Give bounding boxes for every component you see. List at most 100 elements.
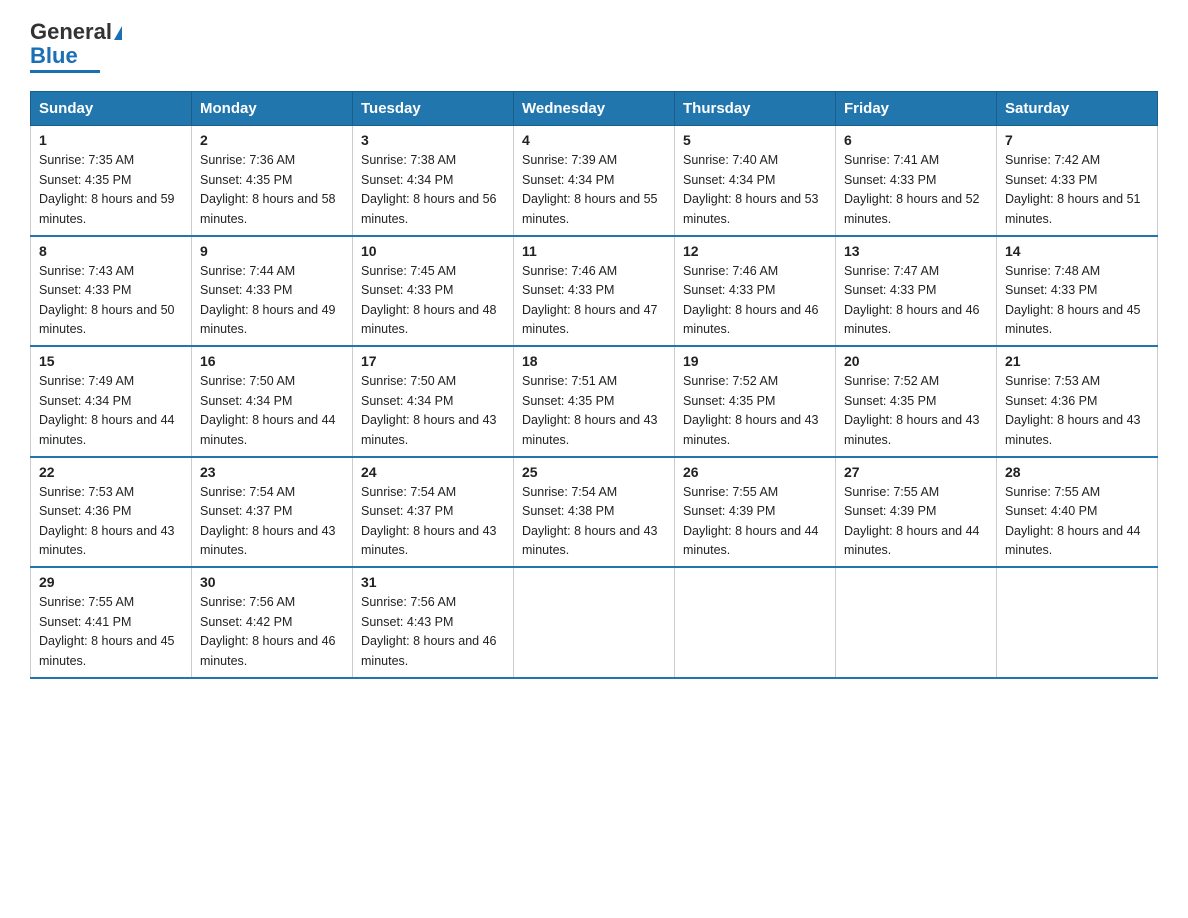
day-info: Sunrise: 7:52 AMSunset: 4:35 PMDaylight:…	[844, 374, 980, 446]
calendar-cell: 5 Sunrise: 7:40 AMSunset: 4:34 PMDaylight…	[675, 126, 836, 236]
day-number: 10	[361, 243, 505, 259]
day-info: Sunrise: 7:55 AMSunset: 4:41 PMDaylight:…	[39, 595, 175, 667]
calendar-cell	[997, 567, 1158, 678]
day-number: 26	[683, 464, 827, 480]
logo-underline	[30, 70, 100, 73]
day-header-monday: Monday	[192, 92, 353, 126]
day-info: Sunrise: 7:46 AMSunset: 4:33 PMDaylight:…	[522, 264, 658, 336]
day-number: 1	[39, 132, 183, 148]
day-info: Sunrise: 7:36 AMSunset: 4:35 PMDaylight:…	[200, 153, 336, 225]
day-number: 27	[844, 464, 988, 480]
calendar-cell: 19Sunrise: 7:52 AMSunset: 4:35 PMDayligh…	[675, 346, 836, 457]
day-number: 13	[844, 243, 988, 259]
calendar-cell: 6Sunrise: 7:41 AMSunset: 4:33 PMDaylight…	[836, 126, 997, 236]
day-info: Sunrise: 7:49 AMSunset: 4:34 PMDaylight:…	[39, 374, 175, 446]
calendar-cell: 27 Sunrise: 7:55 AMSunset: 4:39 PMDayligh…	[836, 457, 997, 568]
day-number: 20	[844, 353, 988, 369]
day-header-tuesday: Tuesday	[353, 92, 514, 126]
day-number: 31	[361, 574, 505, 590]
calendar-cell: 26 Sunrise: 7:55 AMSunset: 4:39 PMDayligh…	[675, 457, 836, 568]
day-info: Sunrise: 7:56 AMSunset: 4:43 PMDaylight:…	[361, 595, 497, 667]
day-info: Sunrise: 7:50 AMSunset: 4:34 PMDaylight:…	[200, 374, 336, 446]
day-number: 18	[522, 353, 666, 369]
day-info: Sunrise: 7:39 AMSunset: 4:34 PMDaylight:…	[522, 153, 658, 225]
calendar-cell: 20 Sunrise: 7:52 AMSunset: 4:35 PMDayligh…	[836, 346, 997, 457]
calendar-cell: 18 Sunrise: 7:51 AMSunset: 4:35 PMDayligh…	[514, 346, 675, 457]
calendar-cell: 9 Sunrise: 7:44 AMSunset: 4:33 PMDaylight…	[192, 236, 353, 347]
day-number: 24	[361, 464, 505, 480]
day-number: 5	[683, 132, 827, 148]
day-number: 2	[200, 132, 344, 148]
day-header-saturday: Saturday	[997, 92, 1158, 126]
calendar-cell: 10 Sunrise: 7:45 AMSunset: 4:33 PMDayligh…	[353, 236, 514, 347]
day-number: 12	[683, 243, 827, 259]
calendar-cell: 11 Sunrise: 7:46 AMSunset: 4:33 PMDayligh…	[514, 236, 675, 347]
calendar-table: SundayMondayTuesdayWednesdayThursdayFrid…	[30, 91, 1158, 679]
calendar-cell: 22Sunrise: 7:53 AMSunset: 4:36 PMDayligh…	[31, 457, 192, 568]
day-info: Sunrise: 7:55 AMSunset: 4:40 PMDaylight:…	[1005, 485, 1141, 557]
day-info: Sunrise: 7:51 AMSunset: 4:35 PMDaylight:…	[522, 374, 658, 446]
calendar-cell: 30 Sunrise: 7:56 AMSunset: 4:42 PMDayligh…	[192, 567, 353, 678]
calendar-cell: 29 Sunrise: 7:55 AMSunset: 4:41 PMDayligh…	[31, 567, 192, 678]
day-number: 3	[361, 132, 505, 148]
day-number: 25	[522, 464, 666, 480]
day-number: 29	[39, 574, 183, 590]
calendar-cell: 4 Sunrise: 7:39 AMSunset: 4:34 PMDaylight…	[514, 126, 675, 236]
calendar-cell: 21Sunrise: 7:53 AMSunset: 4:36 PMDayligh…	[997, 346, 1158, 457]
page-header: General Blue	[30, 20, 1158, 73]
day-info: Sunrise: 7:54 AMSunset: 4:37 PMDaylight:…	[361, 485, 497, 557]
logo-triangle-icon	[114, 26, 122, 40]
calendar-week-row: 29 Sunrise: 7:55 AMSunset: 4:41 PMDayligh…	[31, 567, 1158, 678]
day-number: 8	[39, 243, 183, 259]
calendar-cell: 12 Sunrise: 7:46 AMSunset: 4:33 PMDayligh…	[675, 236, 836, 347]
logo: General Blue	[30, 20, 122, 73]
calendar-cell: 16 Sunrise: 7:50 AMSunset: 4:34 PMDayligh…	[192, 346, 353, 457]
day-header-sunday: Sunday	[31, 92, 192, 126]
day-number: 9	[200, 243, 344, 259]
calendar-cell: 31 Sunrise: 7:56 AMSunset: 4:43 PMDayligh…	[353, 567, 514, 678]
calendar-week-row: 15 Sunrise: 7:49 AMSunset: 4:34 PMDayligh…	[31, 346, 1158, 457]
calendar-cell	[675, 567, 836, 678]
calendar-cell: 8Sunrise: 7:43 AMSunset: 4:33 PMDaylight…	[31, 236, 192, 347]
calendar-cell: 15 Sunrise: 7:49 AMSunset: 4:34 PMDayligh…	[31, 346, 192, 457]
calendar-week-row: 22Sunrise: 7:53 AMSunset: 4:36 PMDayligh…	[31, 457, 1158, 568]
day-number: 4	[522, 132, 666, 148]
day-info: Sunrise: 7:44 AMSunset: 4:33 PMDaylight:…	[200, 264, 336, 336]
day-info: Sunrise: 7:41 AMSunset: 4:33 PMDaylight:…	[844, 153, 980, 225]
day-info: Sunrise: 7:54 AMSunset: 4:38 PMDaylight:…	[522, 485, 658, 557]
day-info: Sunrise: 7:52 AMSunset: 4:35 PMDaylight:…	[683, 374, 819, 446]
day-number: 7	[1005, 132, 1149, 148]
calendar-week-row: 1 Sunrise: 7:35 AMSunset: 4:35 PMDaylight…	[31, 126, 1158, 236]
day-number: 30	[200, 574, 344, 590]
day-number: 14	[1005, 243, 1149, 259]
day-info: Sunrise: 7:48 AMSunset: 4:33 PMDaylight:…	[1005, 264, 1141, 336]
day-info: Sunrise: 7:55 AMSunset: 4:39 PMDaylight:…	[683, 485, 819, 557]
day-info: Sunrise: 7:53 AMSunset: 4:36 PMDaylight:…	[1005, 374, 1141, 446]
day-info: Sunrise: 7:35 AMSunset: 4:35 PMDaylight:…	[39, 153, 175, 225]
day-number: 23	[200, 464, 344, 480]
logo-general-text: General	[30, 19, 112, 44]
calendar-cell: 2 Sunrise: 7:36 AMSunset: 4:35 PMDaylight…	[192, 126, 353, 236]
day-number: 15	[39, 353, 183, 369]
calendar-cell: 7Sunrise: 7:42 AMSunset: 4:33 PMDaylight…	[997, 126, 1158, 236]
calendar-cell: 28 Sunrise: 7:55 AMSunset: 4:40 PMDayligh…	[997, 457, 1158, 568]
day-info: Sunrise: 7:40 AMSunset: 4:34 PMDaylight:…	[683, 153, 819, 225]
calendar-cell: 24 Sunrise: 7:54 AMSunset: 4:37 PMDayligh…	[353, 457, 514, 568]
calendar-cell	[836, 567, 997, 678]
day-info: Sunrise: 7:55 AMSunset: 4:39 PMDaylight:…	[844, 485, 980, 557]
calendar-week-row: 8Sunrise: 7:43 AMSunset: 4:33 PMDaylight…	[31, 236, 1158, 347]
day-info: Sunrise: 7:45 AMSunset: 4:33 PMDaylight:…	[361, 264, 497, 336]
calendar-cell	[514, 567, 675, 678]
day-info: Sunrise: 7:50 AMSunset: 4:34 PMDaylight:…	[361, 374, 497, 446]
day-info: Sunrise: 7:47 AMSunset: 4:33 PMDaylight:…	[844, 264, 980, 336]
day-info: Sunrise: 7:46 AMSunset: 4:33 PMDaylight:…	[683, 264, 819, 336]
day-header-friday: Friday	[836, 92, 997, 126]
day-number: 11	[522, 243, 666, 259]
day-info: Sunrise: 7:53 AMSunset: 4:36 PMDaylight:…	[39, 485, 175, 557]
day-number: 16	[200, 353, 344, 369]
calendar-cell: 14 Sunrise: 7:48 AMSunset: 4:33 PMDayligh…	[997, 236, 1158, 347]
calendar-cell: 17 Sunrise: 7:50 AMSunset: 4:34 PMDayligh…	[353, 346, 514, 457]
day-number: 28	[1005, 464, 1149, 480]
day-info: Sunrise: 7:56 AMSunset: 4:42 PMDaylight:…	[200, 595, 336, 667]
day-number: 17	[361, 353, 505, 369]
